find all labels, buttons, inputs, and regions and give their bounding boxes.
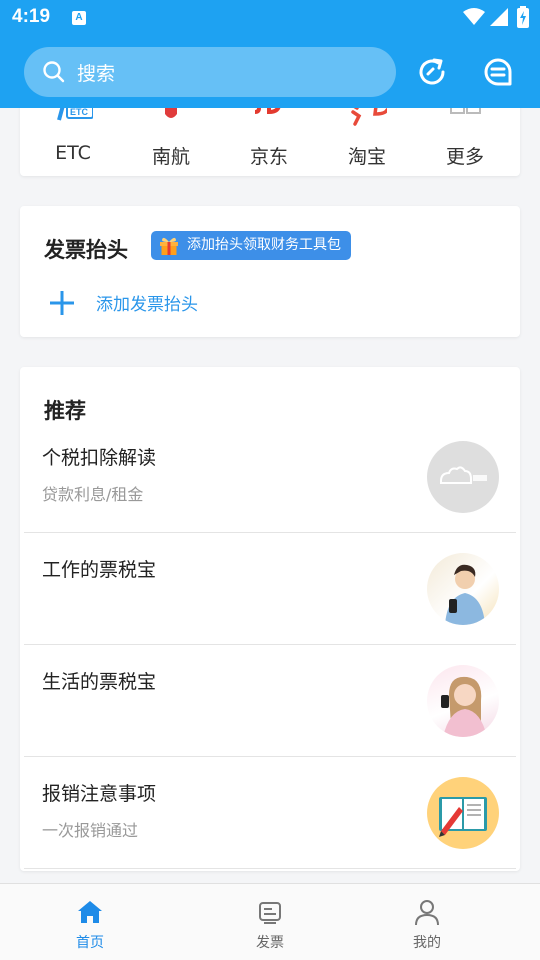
quick-action-label: 南航 — [151, 146, 190, 168]
nav-label: 发票 — [256, 935, 284, 951]
svg-text:ETC: ETC — [70, 107, 89, 117]
quick-action-label: 更多 — [445, 146, 484, 168]
recommend-thumbnail — [427, 441, 499, 513]
refresh-icon[interactable] — [416, 56, 448, 88]
recommend-thumbnail — [427, 777, 499, 849]
quick-action-label: ETC — [55, 142, 91, 164]
recommend-item-subtitle: 一次报销通过 — [42, 821, 139, 840]
quick-action-label: 京东 — [249, 146, 288, 168]
promo-badge[interactable]: 添加抬头领取财务工具包 — [151, 231, 351, 260]
recommend-item[interactable]: 个税扣除解读 贷款利息/租金 — [24, 421, 516, 533]
recommend-item-title: 报销注意事项 — [42, 783, 157, 805]
nav-label: 我的 — [413, 935, 441, 951]
nav-home[interactable]: 首页 — [30, 884, 150, 960]
recommend-card: 推荐 个税扣除解读 贷款利息/租金 工作的票税宝 生活的票税宝 报销注意事项 一… — [20, 367, 520, 871]
battery-icon — [517, 6, 529, 28]
search-icon — [43, 61, 65, 83]
status-time: 4:19 — [12, 6, 51, 27]
recommend-thumbnail — [427, 553, 499, 625]
search-input[interactable]: 搜索 — [24, 47, 396, 97]
status-bar: 4:19 A — [0, 0, 540, 38]
signal-icon — [490, 8, 508, 26]
recommend-item-title: 工作的票税宝 — [42, 559, 157, 581]
wifi-icon — [463, 8, 485, 25]
home-icon — [78, 901, 102, 923]
invoice-header-title: 发票抬头 — [44, 238, 128, 262]
profile-icon — [415, 900, 439, 926]
bottom-navigation: 首页 发票 我的 — [0, 883, 540, 960]
invoice-header-card: 发票抬头 添加抬头领取财务工具包 添加发票抬头 — [20, 206, 520, 337]
nav-label: 首页 — [76, 935, 104, 951]
gift-icon — [160, 237, 178, 255]
nav-invoice[interactable]: 发票 — [210, 884, 330, 960]
invoice-icon — [259, 902, 281, 924]
promo-text: 添加抬头领取财务工具包 — [187, 237, 341, 253]
recommend-item[interactable]: 工作的票税宝 — [24, 533, 516, 645]
recommend-item-subtitle: 贷款利息/租金 — [42, 485, 144, 504]
working-person-image — [445, 564, 485, 625]
nav-profile[interactable]: 我的 — [367, 884, 487, 960]
quick-action-label: 淘宝 — [347, 146, 386, 168]
recommend-thumbnail — [427, 665, 499, 737]
add-invoice-header-link[interactable]: 添加发票抬头 — [96, 290, 198, 315]
recommend-item-title: 个税扣除解读 — [42, 447, 157, 469]
recommend-item[interactable]: 报销注意事项 一次报销通过 — [24, 757, 516, 869]
notebook-pen-icon — [439, 797, 487, 837]
recommend-item[interactable]: 生活的票税宝 — [24, 645, 516, 757]
recommend-item-title: 生活的票税宝 — [42, 671, 157, 693]
search-placeholder: 搜索 — [77, 63, 116, 85]
notification-icon: A — [72, 11, 86, 25]
placeholder-logo-icon — [440, 466, 487, 484]
add-icon[interactable] — [48, 289, 76, 317]
life-person-image — [441, 676, 487, 737]
app-header: 4:19 A 搜索 — [0, 0, 540, 108]
message-icon[interactable] — [482, 56, 514, 88]
